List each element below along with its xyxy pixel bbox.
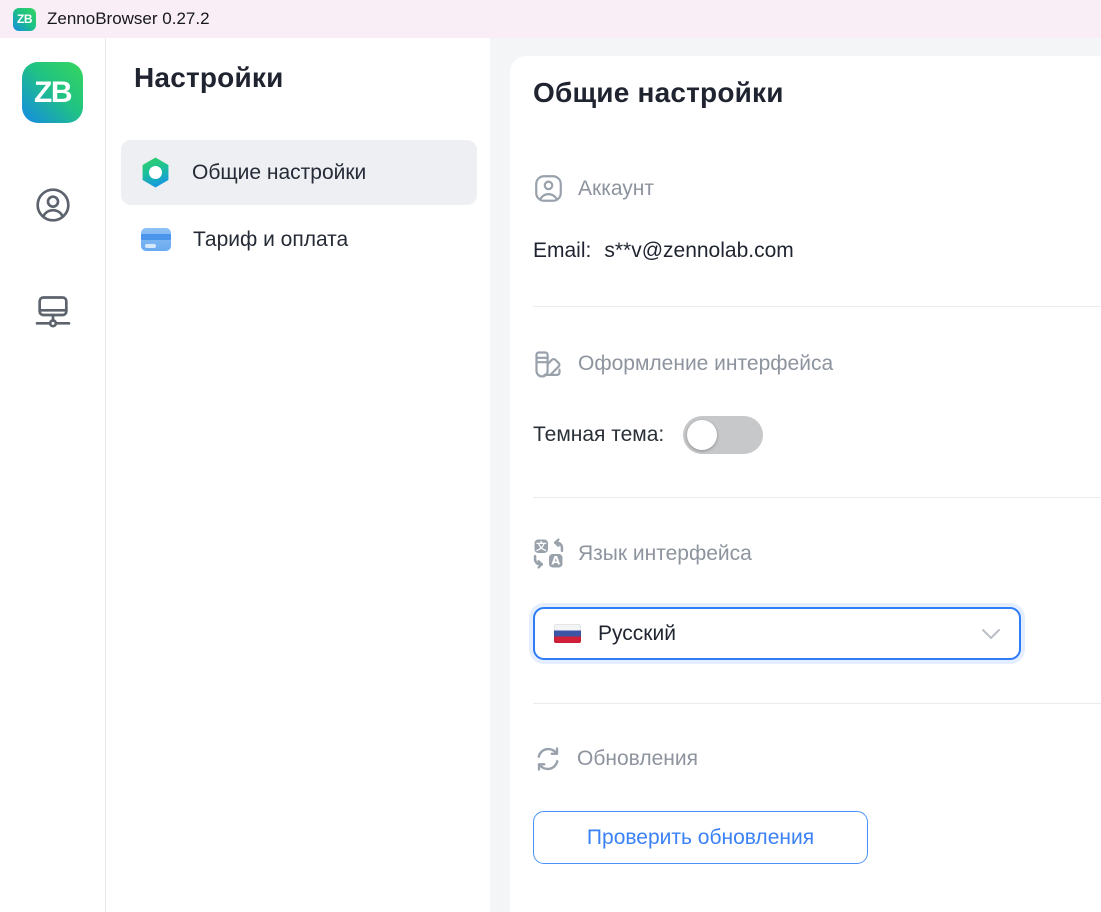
svg-text:A: A xyxy=(551,553,560,567)
app-logo-small-icon: ZB xyxy=(13,8,36,31)
appearance-section-title: Оформление интерфейса xyxy=(578,352,833,376)
nav-item-billing[interactable]: Тариф и оплата xyxy=(121,207,477,272)
network-proxy-icon xyxy=(33,290,73,330)
language-dropdown[interactable]: Русский xyxy=(533,607,1021,660)
settings-nav-panel: Настройки xyxy=(106,38,490,912)
nav-item-label: Тариф и оплата xyxy=(193,228,348,252)
toggle-knob xyxy=(687,420,717,450)
page-title: Общие настройки xyxy=(533,77,1101,109)
updates-section-title: Обновления xyxy=(577,747,698,771)
dark-theme-label: Темная тема: xyxy=(533,423,664,447)
nav-item-label: Общие настройки xyxy=(192,161,366,185)
content-area: Общие настройки Аккаунт Email: s**v@zenn… xyxy=(490,38,1101,912)
account-section-title: Аккаунт xyxy=(578,177,654,201)
credit-card-icon xyxy=(141,228,171,251)
check-updates-button[interactable]: Проверить обновления xyxy=(533,811,868,864)
icon-sidebar: ZB xyxy=(0,38,106,912)
swatches-icon xyxy=(533,348,564,379)
russia-flag-icon xyxy=(554,624,581,643)
section-divider xyxy=(533,306,1101,307)
selected-language-label: Русский xyxy=(598,622,964,646)
user-badge-icon xyxy=(533,173,564,204)
email-value: s**v@zennolab.com xyxy=(604,239,793,263)
refresh-icon xyxy=(533,744,563,774)
account-section-header: Аккаунт xyxy=(533,173,1101,204)
language-section-title: Язык интерфейса xyxy=(578,542,752,566)
translate-icon: 文 A xyxy=(533,538,564,569)
hexagon-general-icon xyxy=(141,157,170,188)
language-section-header: 文 A Язык интерфейса xyxy=(533,538,1101,569)
sidebar-item-proxy[interactable] xyxy=(33,290,73,330)
nav-item-general-settings[interactable]: Общие настройки xyxy=(121,140,477,205)
appearance-section-header: Оформление интерфейса xyxy=(533,348,1101,379)
window-titlebar: ZB ZennoBrowser 0.27.2 xyxy=(0,0,1101,38)
dark-theme-toggle[interactable] xyxy=(683,416,763,454)
account-email-row: Email: s**v@zennolab.com xyxy=(533,239,1101,263)
user-circle-icon xyxy=(33,185,73,225)
window-title: ZennoBrowser 0.27.2 xyxy=(47,9,210,29)
section-divider xyxy=(533,703,1101,704)
section-divider xyxy=(533,497,1101,498)
settings-nav-list: Общие настройки Тариф и оплата xyxy=(121,140,477,272)
app-logo-icon[interactable]: ZB xyxy=(22,62,83,123)
dark-theme-row: Темная тема: xyxy=(533,416,1101,454)
general-settings-card: Общие настройки Аккаунт Email: s**v@zenn… xyxy=(510,56,1101,912)
updates-section-header: Обновления xyxy=(533,744,1101,774)
email-label: Email: xyxy=(533,239,591,263)
svg-text:文: 文 xyxy=(535,540,547,553)
sidebar-item-account[interactable] xyxy=(33,185,73,225)
chevron-down-icon xyxy=(981,628,1001,640)
settings-panel-title: Настройки xyxy=(134,62,477,94)
